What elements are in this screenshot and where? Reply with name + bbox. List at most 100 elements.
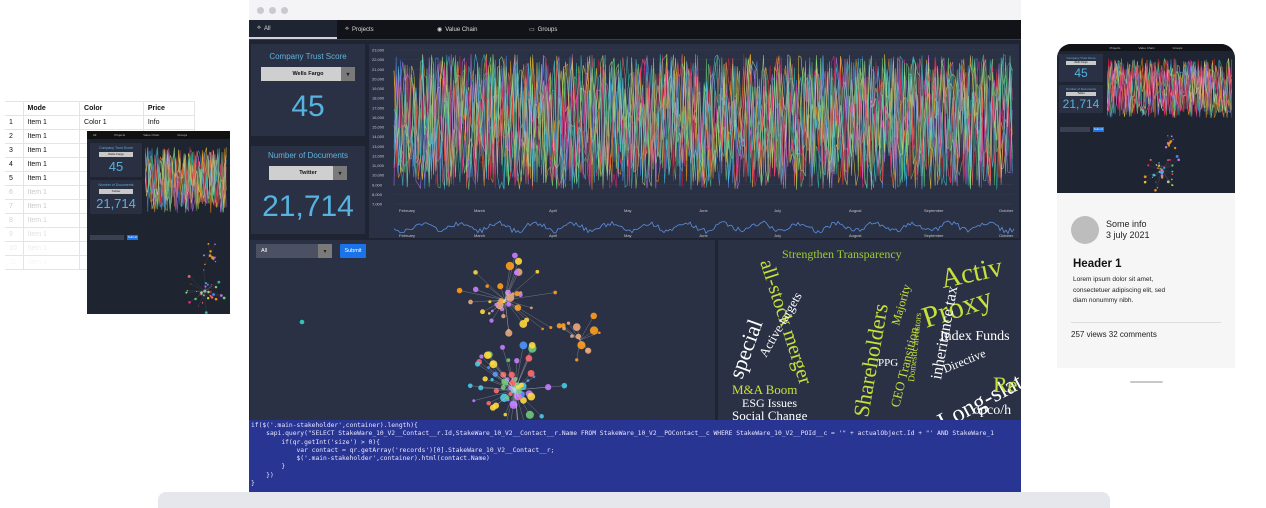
- network-node: [204, 263, 206, 266]
- table-cell[interactable]: Info: [143, 115, 196, 130]
- network-node: [485, 284, 489, 288]
- tab-groups-label: Groups: [537, 26, 558, 33]
- source-select[interactable]: Twitter ▾: [269, 166, 347, 180]
- network-edge: [504, 299, 551, 328]
- table-cell[interactable]: 11: [5, 255, 24, 270]
- phone-tab-projects[interactable]: Projects: [1110, 46, 1121, 50]
- mini-tab-all[interactable]: All: [93, 133, 96, 137]
- network-node: [505, 396, 510, 400]
- network-node: [220, 294, 223, 297]
- mini-submit-button[interactable]: Submit: [127, 235, 138, 240]
- network-node: [489, 318, 494, 323]
- table-cell[interactable]: Item 1: [23, 171, 81, 186]
- table-cell[interactable]: Item 1: [23, 185, 81, 200]
- window-maximize-dot[interactable]: [281, 6, 288, 14]
- network-filter-select[interactable]: All ▾: [256, 244, 332, 258]
- mini-docs-select[interactable]: Twitter: [99, 189, 133, 194]
- phone-docs-select[interactable]: Twitter: [1066, 92, 1096, 96]
- table-cell[interactable]: Item 1: [23, 255, 81, 270]
- code-line: }: [251, 480, 255, 488]
- mini-filter-form: Submit: [90, 235, 138, 240]
- table-cell[interactable]: Item 1: [23, 157, 81, 172]
- tab-all[interactable]: ⟡ All: [249, 20, 337, 39]
- network-node: [1171, 170, 1174, 173]
- network-node: [508, 371, 515, 379]
- x-tick-label: August: [849, 208, 862, 213]
- window-minimize-dot[interactable]: [269, 6, 276, 14]
- x-tick-label: May: [624, 208, 632, 213]
- table-cell[interactable]: Item 1: [23, 213, 81, 228]
- phone-submit-button[interactable]: Submit: [1093, 127, 1104, 132]
- table-cell[interactable]: Item 1: [23, 143, 81, 158]
- network-node: [1169, 140, 1173, 143]
- y-tick-label: 7,000: [372, 202, 383, 207]
- overview-x-tick-label: May: [624, 233, 632, 238]
- network-node: [501, 314, 506, 319]
- window-close-dot[interactable]: [257, 6, 264, 14]
- table-cell[interactable]: Item 1: [23, 199, 81, 214]
- mini-tab-groups[interactable]: Groups: [177, 133, 187, 137]
- table-cell[interactable]: 4: [5, 157, 24, 172]
- phone-tab-value-chain[interactable]: Value Chain: [1138, 46, 1154, 50]
- table-cell[interactable]: 5: [5, 171, 24, 186]
- word-cloud-term: M&A Boom: [732, 382, 797, 397]
- tab-value-chain[interactable]: ◉ Value Chain: [429, 20, 521, 39]
- table-cell[interactable]: 2: [5, 129, 24, 144]
- phone-docs-title: Number of Documents: [1065, 87, 1096, 91]
- network-node: [194, 297, 197, 301]
- network-edge: [190, 283, 206, 292]
- network-node: [472, 399, 476, 403]
- company-select[interactable]: Wells Fargo ▾: [261, 67, 355, 81]
- mini-trust-select[interactable]: Wells Fargo: [99, 152, 133, 157]
- chevron-down-icon[interactable]: ▾: [318, 244, 332, 258]
- submit-button[interactable]: Submit: [340, 244, 366, 258]
- mini-docs-value: 21,714: [96, 196, 136, 211]
- y-tick-label: 8,000: [372, 192, 383, 197]
- network-node: [207, 290, 210, 294]
- table-cell[interactable]: 7: [5, 199, 24, 214]
- table-cell[interactable]: 6: [5, 185, 24, 200]
- network-node: [214, 297, 218, 301]
- mini-tab-projects[interactable]: Projects: [114, 133, 125, 137]
- network-node: [222, 296, 226, 300]
- avatar[interactable]: [1071, 216, 1099, 244]
- phone-trust-select[interactable]: Wells Fargo: [1066, 61, 1096, 65]
- source-select-value: Twitter: [299, 170, 317, 176]
- network-node: [486, 400, 491, 406]
- network-node: [512, 252, 518, 259]
- table-cell[interactable]: 3: [5, 143, 24, 158]
- table-cell[interactable]: 10: [5, 241, 24, 256]
- network-node: [206, 283, 209, 286]
- tab-groups[interactable]: ▭ Groups: [521, 20, 609, 39]
- table-cell[interactable]: Item 1: [23, 129, 81, 144]
- network-node: [1155, 181, 1157, 183]
- table-cell[interactable]: 8: [5, 213, 24, 228]
- table-cell[interactable]: Item 1: [23, 241, 81, 256]
- network-node: [1152, 173, 1156, 177]
- mini-tab-value-chain[interactable]: Value Chain: [143, 133, 159, 137]
- network-node: [500, 344, 505, 350]
- chevron-down-icon[interactable]: ▾: [333, 166, 347, 180]
- network-node: [514, 290, 520, 297]
- network-node: [1160, 170, 1164, 174]
- code-editor-panel[interactable]: if($('.main-stakeholder',container).leng…: [249, 420, 1021, 492]
- network-node: [598, 331, 601, 335]
- table-row[interactable]: 1 Item 1 Color 1 Info: [5, 115, 196, 130]
- network-node: [572, 323, 581, 331]
- table-cell[interactable]: Item 1: [23, 227, 81, 242]
- table-cell[interactable]: 1: [5, 115, 24, 130]
- overview-x-tick-label: February: [399, 233, 415, 238]
- network-node: [494, 302, 498, 307]
- tab-projects[interactable]: ⟡ Projects: [337, 20, 429, 39]
- table-cell[interactable]: Item 1: [23, 115, 81, 130]
- phone-tab-groups[interactable]: Groups: [1173, 46, 1183, 50]
- mini-filter-select[interactable]: [90, 235, 124, 240]
- table-cell[interactable]: 9: [5, 227, 24, 242]
- phone-filter-select[interactable]: [1060, 127, 1090, 132]
- post-meta: Some info 3 july 2021: [1106, 219, 1150, 241]
- table-cell[interactable]: Color 1: [79, 115, 144, 130]
- chevron-down-icon[interactable]: ▾: [341, 67, 355, 81]
- network-node: [1164, 145, 1168, 149]
- network-node: [527, 369, 535, 377]
- word-cloud-term: Strengthen Transparency: [782, 247, 902, 261]
